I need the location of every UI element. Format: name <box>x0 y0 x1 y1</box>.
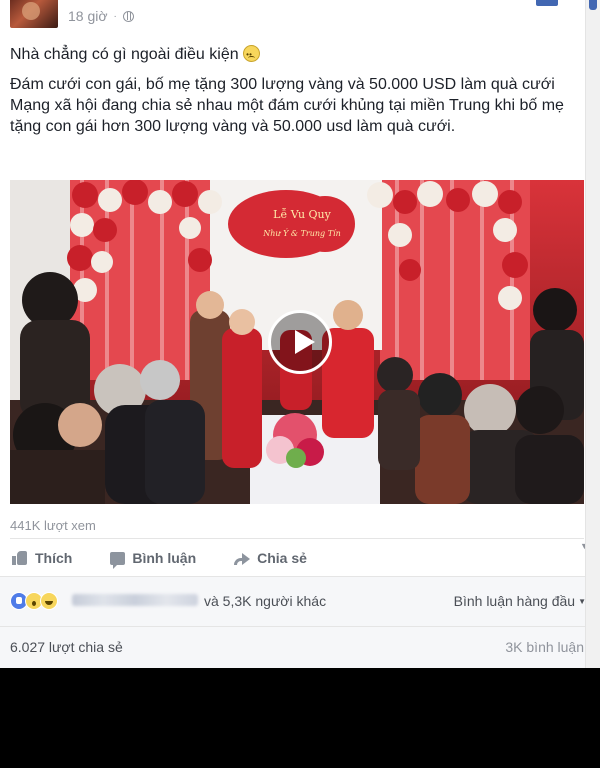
meta-separator: · <box>113 10 117 22</box>
comment-sort-select[interactable]: Bình luận hàng đầu ▼ <box>454 593 586 609</box>
reaction-icons[interactable] <box>10 592 58 610</box>
thumbs-up-icon <box>12 551 28 565</box>
view-count: 441K lượt xem <box>10 518 96 533</box>
post-meta: 18 giờ · <box>68 8 134 24</box>
share-icon <box>234 552 251 565</box>
reaction-summary[interactable]: và 5,3K người khác <box>204 593 326 609</box>
stats-row: 6.027 lượt chia sẻ 3K bình luận <box>0 626 600 669</box>
share-button[interactable]: Chia sẻ <box>234 550 307 566</box>
like-button[interactable]: Thích <box>12 550 72 566</box>
reactions-row: và 5,3K người khác Bình luận hàng đầu ▼ <box>0 576 600 627</box>
banner-names: Như Ý & Trung Tín <box>262 229 341 238</box>
black-bar <box>0 668 600 768</box>
blurred-names <box>72 594 198 606</box>
header-button[interactable] <box>536 0 558 6</box>
post-card: 18 giờ · Nhà chẳng có gì ngoài điều kiện… <box>0 0 600 669</box>
avatar[interactable] <box>10 0 58 28</box>
globe-icon <box>122 10 134 22</box>
comment-button[interactable]: Bình luận <box>110 550 197 569</box>
scrollbar-thumb[interactable] <box>589 0 597 10</box>
banner-title: Lễ Vu Quy <box>273 208 331 221</box>
share-label: Chia sẻ <box>257 550 307 566</box>
comment-label: Bình luận <box>132 550 197 566</box>
post-body: Mạng xã hội đang chia sẻ nhau một đám cư… <box>10 97 564 135</box>
comment-count[interactable]: 3K bình luận <box>505 639 584 655</box>
comment-icon <box>110 551 126 569</box>
post-text: Nhà chẳng có gì ngoài điều kiện Đám cưới… <box>10 44 580 137</box>
scrollbar[interactable] <box>585 0 600 668</box>
haha-icon <box>40 592 58 610</box>
video-player[interactable]: Lễ Vu Quy Như Ý & Trung Tín <box>10 180 584 504</box>
post-timestamp[interactable]: 18 giờ <box>68 8 108 24</box>
post-headline: Đám cưới con gái, bố mẹ tặng 300 lượng v… <box>10 76 555 93</box>
status-line: Nhà chẳng có gì ngoài điều kiện <box>10 46 239 63</box>
share-count[interactable]: 6.027 lượt chia sẻ <box>10 639 123 655</box>
sad-face-icon <box>243 44 261 65</box>
play-button[interactable] <box>268 310 332 374</box>
action-bar: Thích Bình luận Chia sẻ <box>10 538 584 577</box>
like-label: Thích <box>35 550 73 566</box>
comment-sort-label: Bình luận hàng đầu <box>453 593 576 609</box>
status-line-row: Nhà chẳng có gì ngoài điều kiện <box>10 44 580 65</box>
